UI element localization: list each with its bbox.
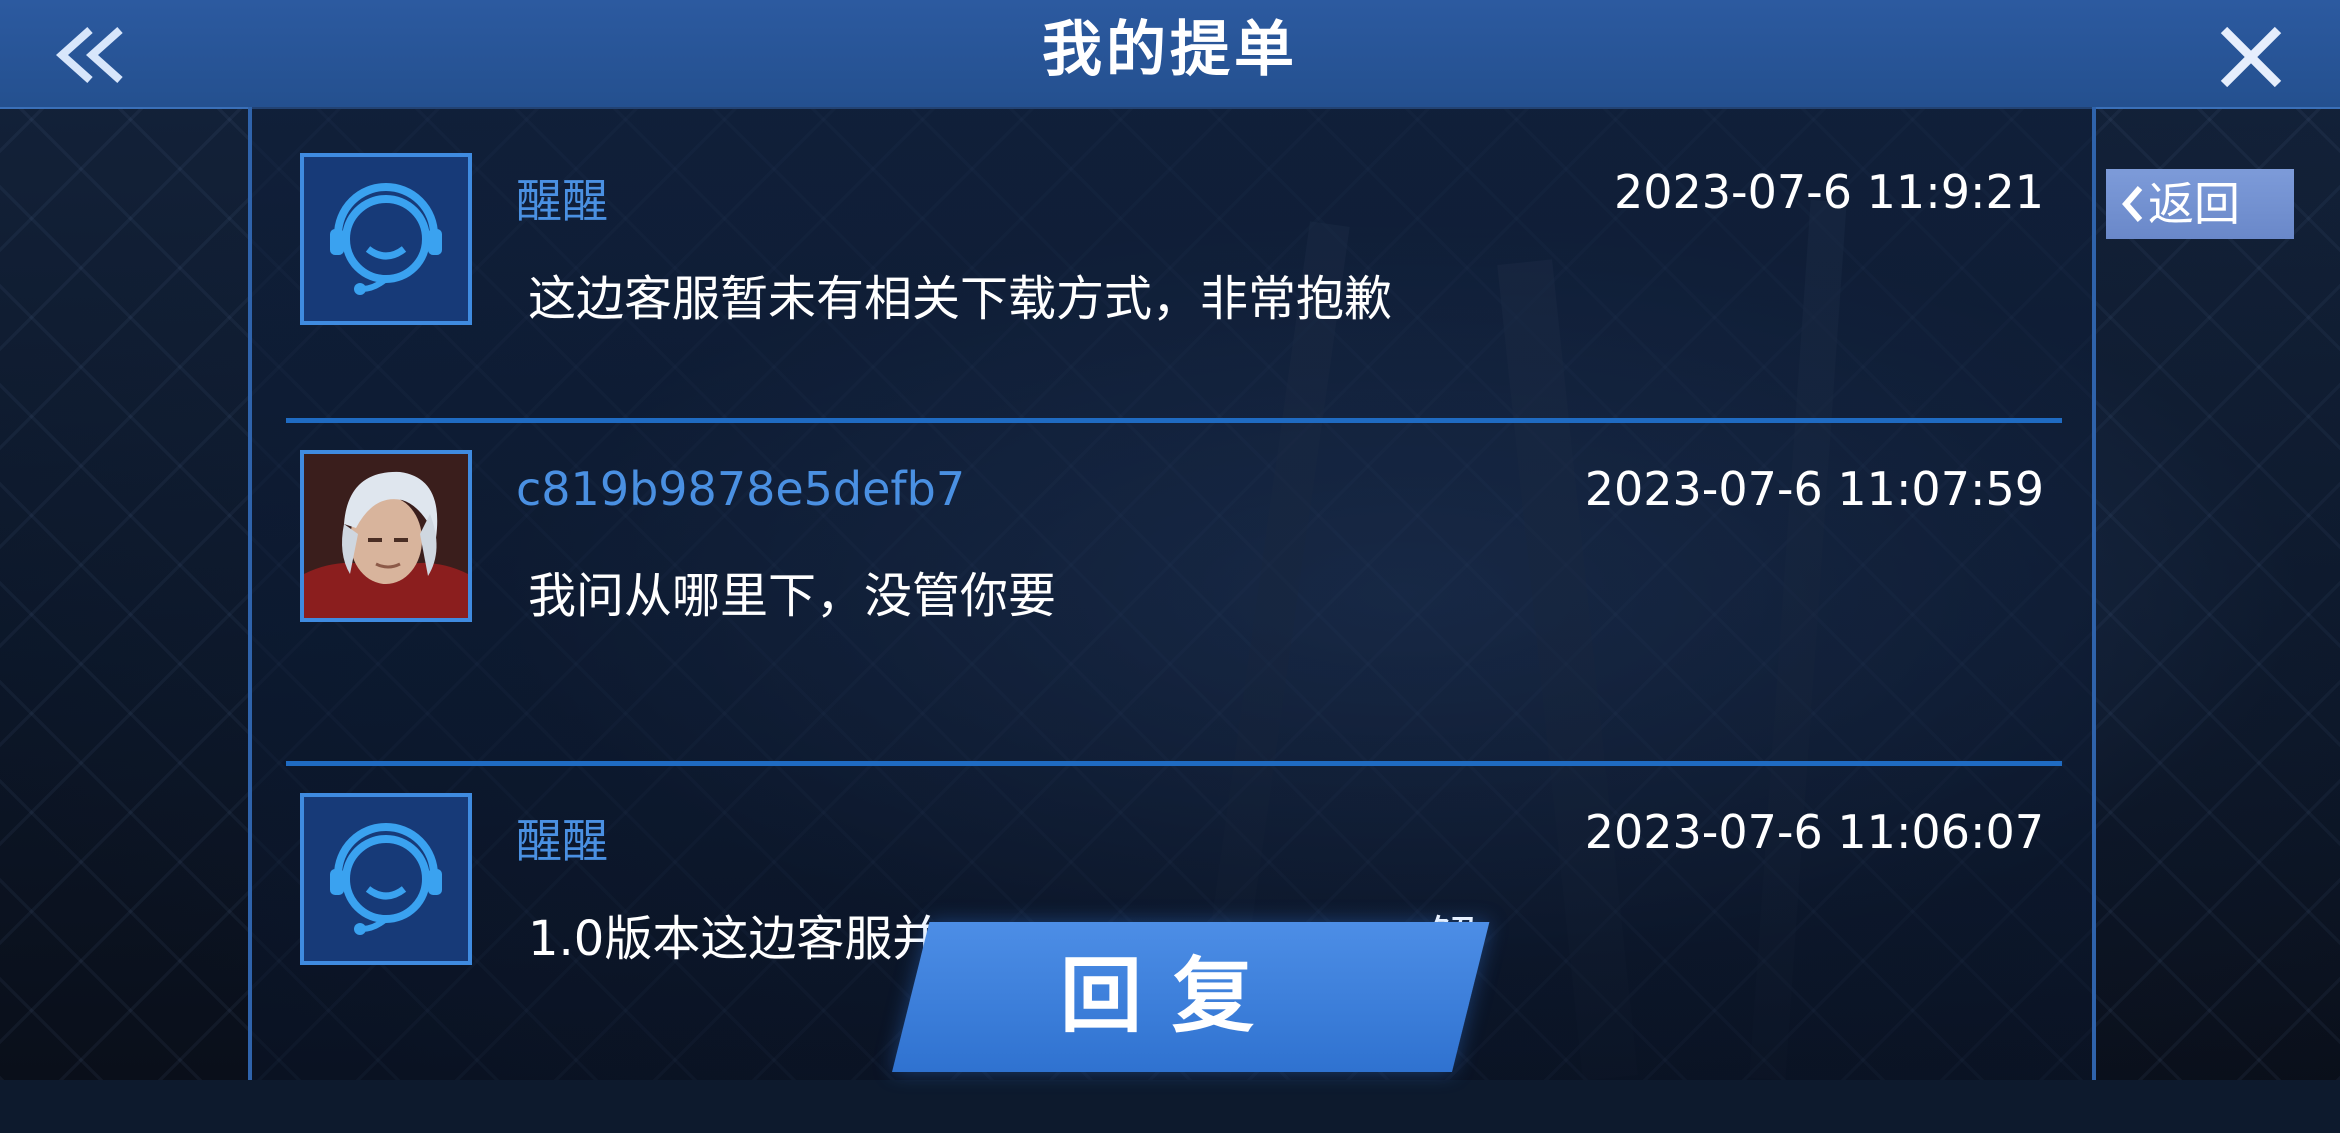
sender-name: 醒醒 [516,814,608,868]
divider [286,418,2062,423]
message-text: 这边客服暂未有相关下载方式，非常抱歉 [528,271,1393,327]
message-item: 醒醒 2023-07-6 11:9:21 这边客服暂未有相关下载方式，非常抱歉 [252,107,2092,447]
reply-button[interactable] [892,922,1490,1072]
message-text: 1.0版本这边客服并 [528,911,941,967]
user-portrait [304,454,468,618]
user-avatar [300,450,472,622]
chevron-left-icon [2122,186,2143,222]
return-label: 返回 [2148,177,2240,231]
message-timestamp: 2023-07-6 11:06:07 [1584,805,2044,859]
sender-name: c819b9878e5defb7 [516,462,966,516]
support-headset-icon [300,153,472,325]
header-bar: 我的提单 [0,0,2340,109]
close-icon[interactable] [2216,22,2286,92]
message-text: 我问从哪里下，没管你要 [528,568,1057,624]
page-title: 我的提单 [1042,15,1298,85]
return-button[interactable]: 返回 [2106,169,2294,239]
divider [286,761,2062,766]
support-headset-icon [300,793,472,965]
message-timestamp: 2023-07-6 11:07:59 [1584,462,2044,516]
message-item: c819b9878e5defb7 2023-07-6 11:07:59 我问从哪… [252,450,2092,790]
sender-name: 醒醒 [516,174,608,228]
message-timestamp: 2023-07-6 11:9:21 [1613,165,2044,219]
